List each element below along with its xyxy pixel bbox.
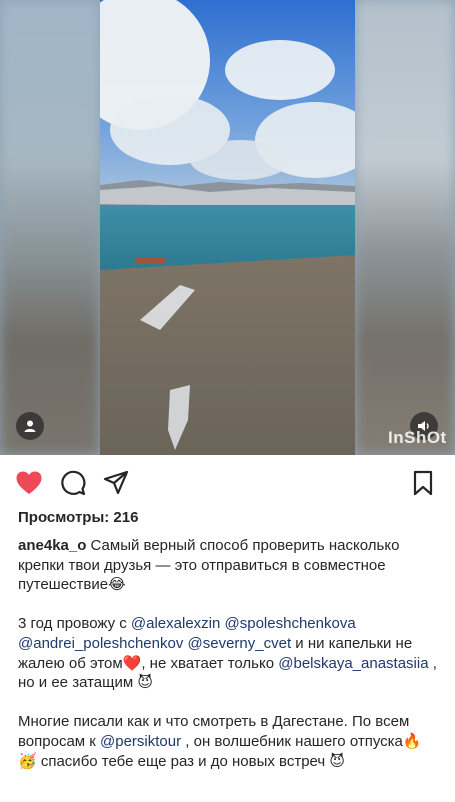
post-action-bar (0, 455, 455, 511)
comment-button[interactable] (58, 468, 88, 498)
video-frame-lake-landscape[interactable] (100, 0, 355, 455)
share-button[interactable] (101, 468, 131, 498)
caption-username[interactable]: ane4ka_o (18, 537, 86, 554)
tagged-users-button[interactable] (16, 412, 44, 440)
like-button[interactable] (14, 468, 44, 498)
caption-paragraph: 3 год провожу с @alexalexzin @spoleshche… (18, 614, 438, 692)
mention-link[interactable]: @belskaya_anastasiia (278, 655, 428, 672)
caption-paragraph: ane4ka_o Самый верный способ проверить н… (18, 536, 438, 595)
view-count: Просмотры: 216 (18, 509, 139, 526)
post-media[interactable]: InShOt (0, 0, 455, 455)
mention-link[interactable]: @alexalexzin (131, 615, 220, 632)
mention-link[interactable]: @spoleshchenkova (225, 615, 356, 632)
user-icon (24, 420, 36, 432)
mention-link[interactable]: @andrei_poleshchenkov (18, 635, 183, 652)
mention-link[interactable]: @persiktour (100, 733, 181, 750)
mention-link[interactable]: @severny_cvet (188, 635, 292, 652)
comment-icon (61, 470, 86, 496)
caption-paragraph: Многие писали как и что смотреть в Дагес… (18, 712, 438, 771)
heart-icon (16, 471, 42, 494)
send-icon (103, 470, 129, 495)
save-button[interactable] (408, 468, 438, 498)
video-watermark: InShOt (388, 428, 447, 447)
post-caption: ane4ka_o Самый верный способ проверить н… (18, 536, 438, 791)
blurred-background-right (355, 0, 455, 455)
bookmark-icon (413, 470, 433, 496)
blurred-background-left (0, 0, 100, 455)
caption-text: 3 год провожу с (18, 615, 131, 633)
